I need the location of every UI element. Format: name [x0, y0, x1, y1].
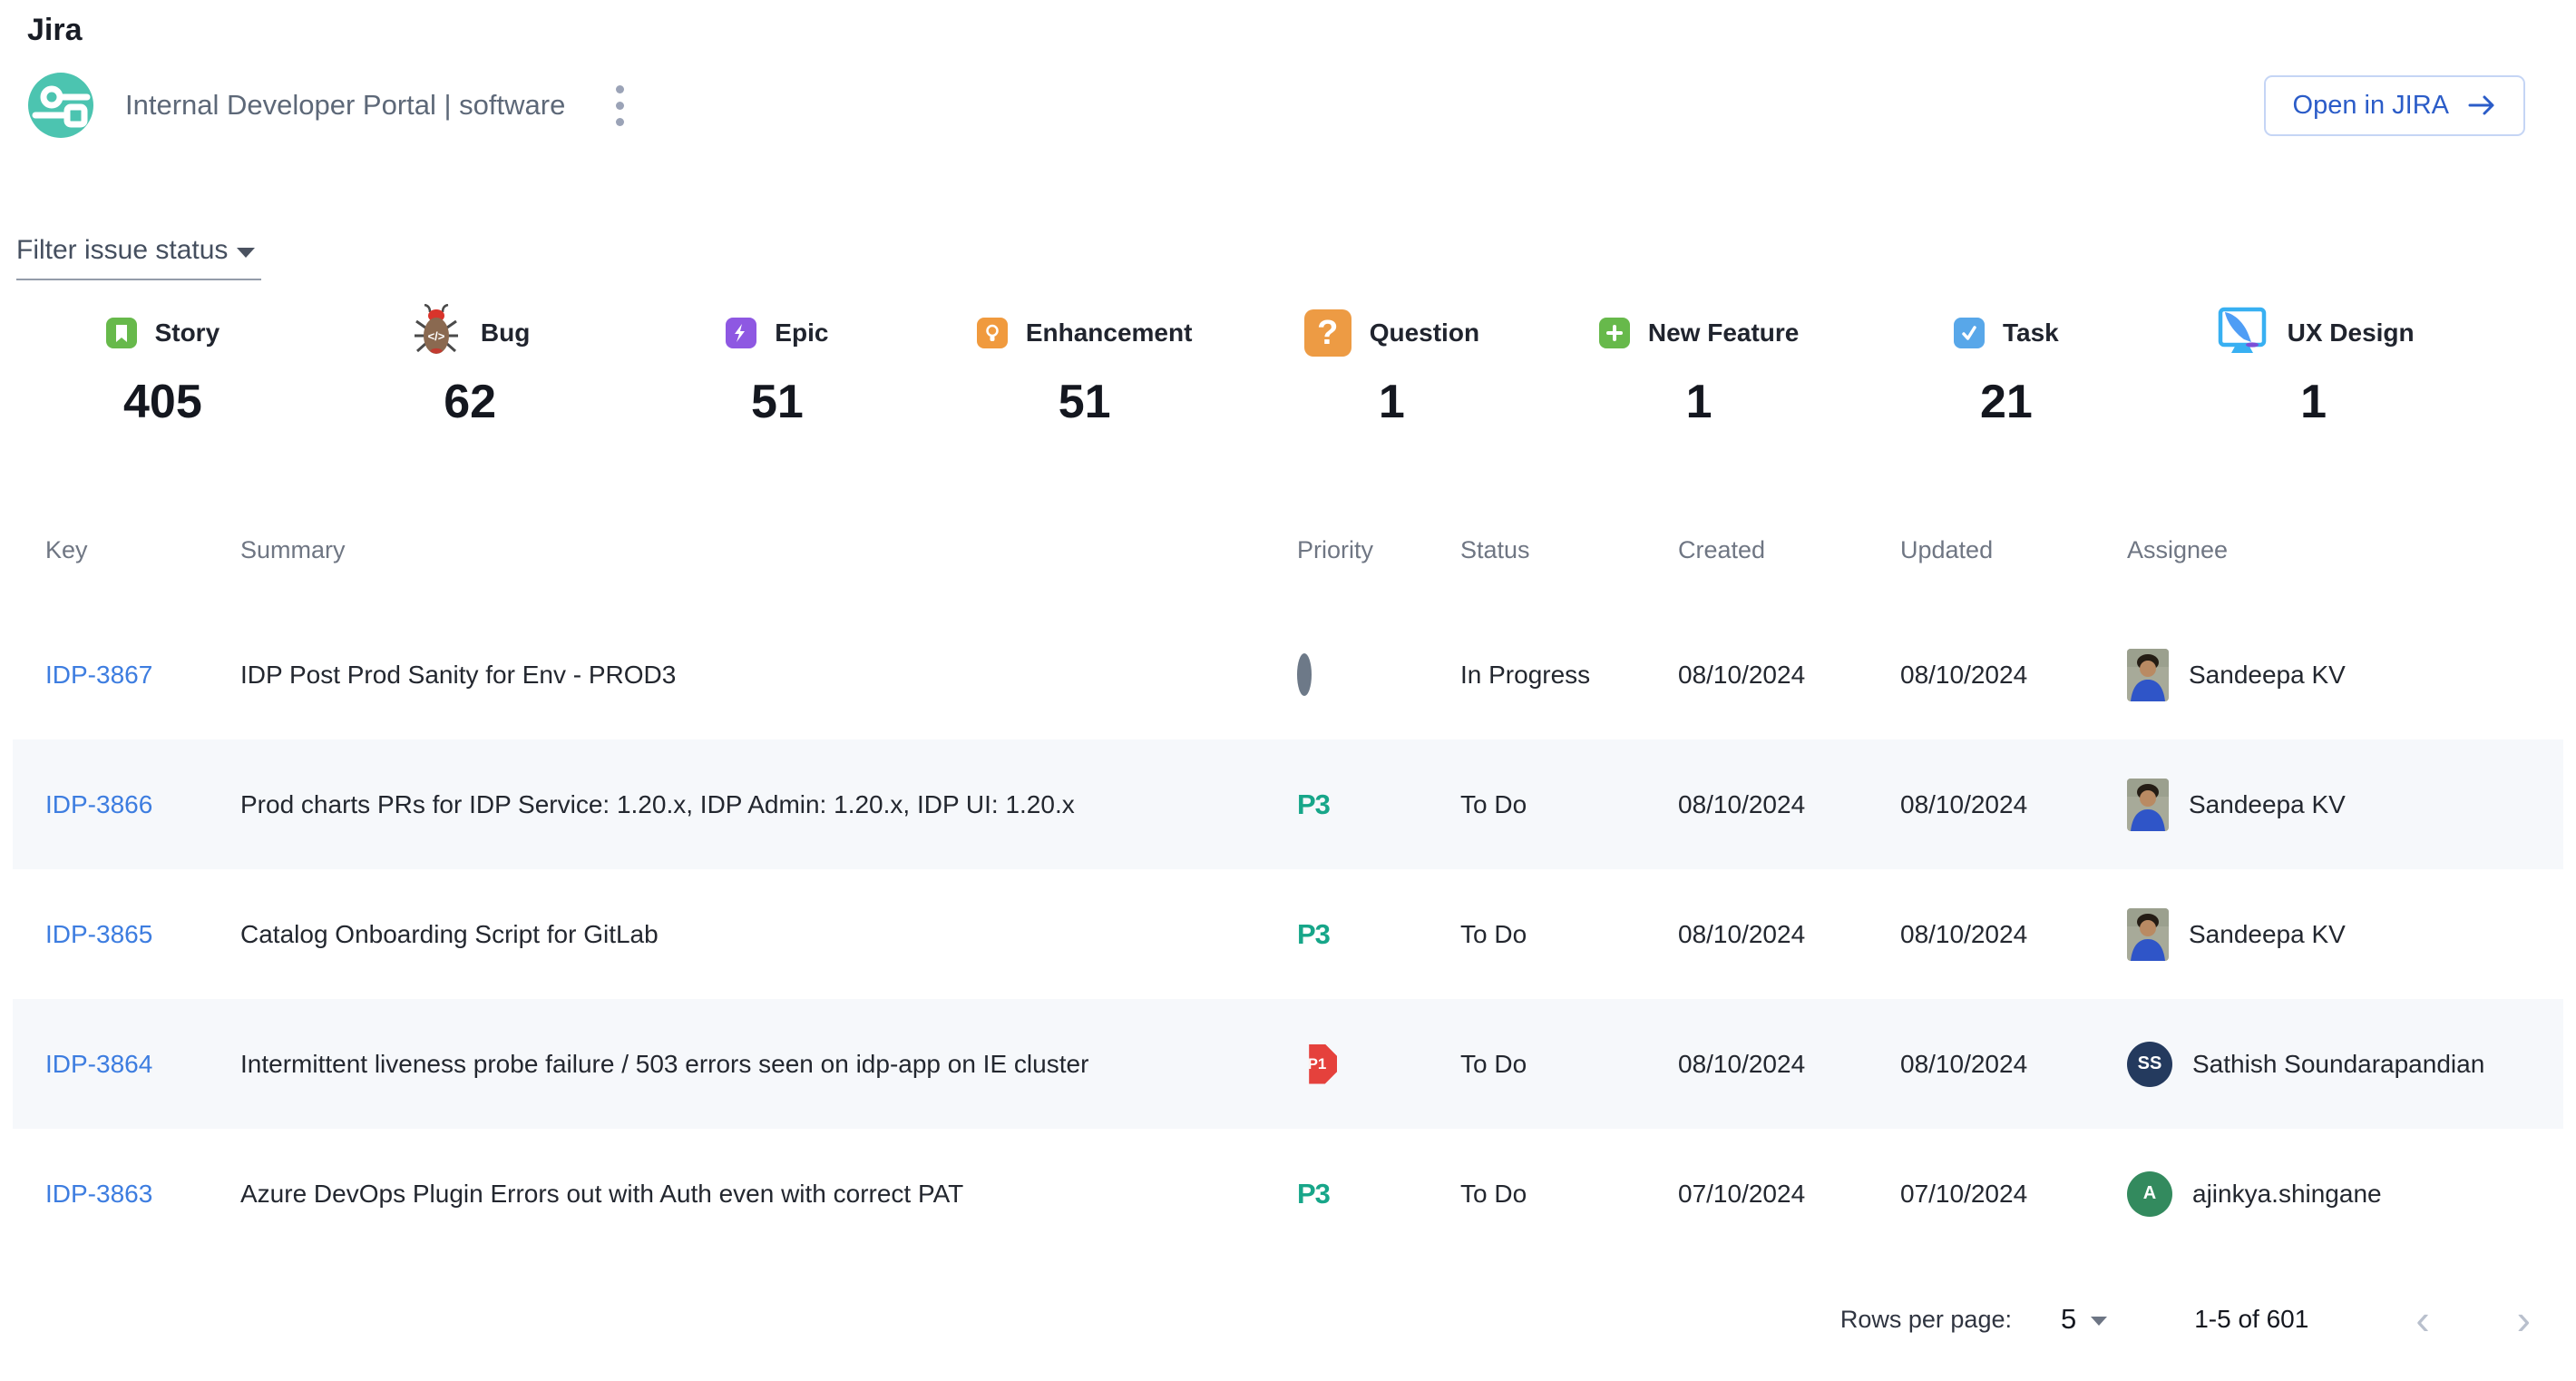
col-priority: Priority — [1297, 536, 1460, 564]
avatar: A — [2127, 1171, 2172, 1217]
previous-page-button[interactable]: ‹ — [2410, 1298, 2435, 1340]
open-in-jira-button[interactable]: Open in JIRA — [2264, 75, 2525, 136]
issue-status: In Progress — [1460, 661, 1678, 690]
arrow-right-icon — [2467, 93, 2496, 117]
issue-created: 08/10/2024 — [1678, 1050, 1900, 1079]
epic-icon — [726, 318, 756, 348]
ux-design-count: 1 — [2300, 375, 2327, 429]
enhancement-icon — [977, 318, 1008, 348]
rows-per-page-label: Rows per page: — [1840, 1306, 2012, 1334]
priority-p3-icon: P3 — [1297, 1178, 1330, 1210]
avatar — [2127, 779, 2169, 831]
question-icon: ? — [1304, 309, 1351, 357]
bug-count: 62 — [444, 375, 496, 429]
task-icon — [1954, 318, 1985, 348]
question-count: 1 — [1379, 375, 1405, 429]
entity-name: Internal Developer Portal | software — [125, 89, 565, 122]
task-count: 21 — [1980, 375, 2033, 429]
avatar: SS — [2127, 1042, 2172, 1087]
counter-enhancement: Enhancement 51 — [931, 304, 1238, 429]
entity-header: Internal Developer Portal | software Ope… — [27, 72, 2525, 139]
epic-count: 51 — [751, 375, 804, 429]
issue-created: 08/10/2024 — [1678, 790, 1900, 819]
issue-summary: Prod charts PRs for IDP Service: 1.20.x,… — [240, 790, 1297, 819]
issue-status: To Do — [1460, 1050, 1678, 1079]
issue-status: To Do — [1460, 920, 1678, 949]
issues-table: Key Summary Priority Status Created Upda… — [13, 536, 2563, 1259]
table-row: IDP-3866 Prod charts PRs for IDP Service… — [13, 739, 2563, 869]
priority-p3-icon: P3 — [1297, 788, 1330, 820]
chevron-down-icon — [237, 248, 255, 258]
filter-issue-status-select[interactable]: Filter issue status — [16, 235, 261, 280]
issue-key-link[interactable]: IDP-3866 — [45, 790, 152, 818]
issue-updated: 08/10/2024 — [1900, 1050, 2127, 1079]
issue-updated: 07/10/2024 — [1900, 1180, 2127, 1209]
story-count: 405 — [123, 375, 202, 429]
issue-created: 08/10/2024 — [1678, 661, 1900, 690]
issue-key-link[interactable]: IDP-3864 — [45, 1050, 152, 1078]
kebab-menu-button[interactable] — [607, 76, 633, 135]
col-updated: Updated — [1900, 536, 2127, 564]
col-key: Key — [45, 536, 240, 564]
pagination-bar: Rows per page: 5 1-5 of 601 ‹ › — [0, 1298, 2536, 1340]
col-summary: Summary — [240, 536, 1297, 564]
filter-issue-status-label: Filter issue status — [16, 235, 228, 266]
avatar — [2127, 649, 2169, 701]
no-priority-ring-icon — [1297, 653, 1312, 696]
issue-status: To Do — [1460, 790, 1678, 819]
col-created: Created — [1678, 536, 1900, 564]
avatar — [2127, 908, 2169, 961]
issue-updated: 08/10/2024 — [1900, 920, 2127, 949]
issue-updated: 08/10/2024 — [1900, 790, 2127, 819]
open-in-jira-label: Open in JIRA — [2293, 91, 2449, 121]
new-feature-count: 1 — [1686, 375, 1712, 429]
table-row: IDP-3863 Azure DevOps Plugin Errors out … — [13, 1129, 2563, 1259]
counter-ux-design: UX Design 1 — [2160, 304, 2467, 429]
counter-new-feature: New Feature 1 — [1546, 304, 1853, 429]
enhancement-count: 51 — [1059, 375, 1111, 429]
issue-key-link[interactable]: IDP-3863 — [45, 1180, 152, 1208]
pagination-range: 1-5 of 601 — [2194, 1305, 2308, 1334]
issue-status: To Do — [1460, 1180, 1678, 1209]
col-assignee: Assignee — [2127, 536, 2563, 564]
issue-updated: 08/10/2024 — [1900, 661, 2127, 690]
next-page-button[interactable]: › — [2512, 1298, 2536, 1340]
issue-summary: Azure DevOps Plugin Errors out with Auth… — [240, 1180, 1297, 1209]
assignee-name: Sathish Soundarapandian — [2192, 1050, 2484, 1079]
issue-created: 07/10/2024 — [1678, 1180, 1900, 1209]
table-header-row: Key Summary Priority Status Created Upda… — [13, 536, 2563, 610]
new-feature-icon — [1599, 318, 1630, 348]
counter-bug: </> Bug 62 — [317, 304, 624, 429]
assignee-name: Sandeepa KV — [2189, 661, 2346, 690]
issue-key-link[interactable]: IDP-3865 — [45, 920, 152, 948]
issue-type-counters: Story 405 — [9, 304, 2467, 429]
table-row: IDP-3864 Intermittent liveness probe fai… — [13, 999, 2563, 1129]
jira-plugin-card: Jira Internal Developer Portal | softwar… — [0, 0, 2576, 1340]
bug-icon: </> — [410, 304, 463, 363]
svg-text:</>: </> — [428, 329, 445, 343]
counter-question: ? Question 1 — [1238, 304, 1546, 429]
issue-summary: Catalog Onboarding Script for GitLab — [240, 920, 1297, 949]
issue-created: 08/10/2024 — [1678, 920, 1900, 949]
counter-task: Task 21 — [1853, 304, 2161, 429]
assignee-name: Sandeepa KV — [2189, 920, 2346, 949]
priority-p1-icon: P1 — [1297, 1044, 1337, 1084]
entity-logo-icon — [27, 72, 94, 139]
table-row: IDP-3865 Catalog Onboarding Script for G… — [13, 869, 2563, 999]
priority-p3-icon: P3 — [1297, 918, 1330, 950]
issue-key-link[interactable]: IDP-3867 — [45, 661, 152, 689]
story-icon — [106, 318, 137, 348]
issue-summary: Intermittent liveness probe failure / 50… — [240, 1050, 1297, 1079]
counter-epic: Epic 51 — [624, 304, 932, 429]
counter-story: Story 405 — [9, 304, 317, 429]
issue-summary: IDP Post Prod Sanity for Env - PROD3 — [240, 661, 1297, 690]
chevron-down-icon — [2091, 1317, 2107, 1326]
rows-per-page-select[interactable]: 5 — [2055, 1302, 2113, 1337]
page-title: Jira — [0, 0, 2576, 48]
assignee-name: ajinkya.shingane — [2192, 1180, 2382, 1209]
col-status: Status — [1460, 536, 1678, 564]
table-row: IDP-3867 IDP Post Prod Sanity for Env - … — [13, 610, 2563, 739]
assignee-name: Sandeepa KV — [2189, 790, 2346, 819]
ux-design-icon — [2213, 305, 2269, 362]
